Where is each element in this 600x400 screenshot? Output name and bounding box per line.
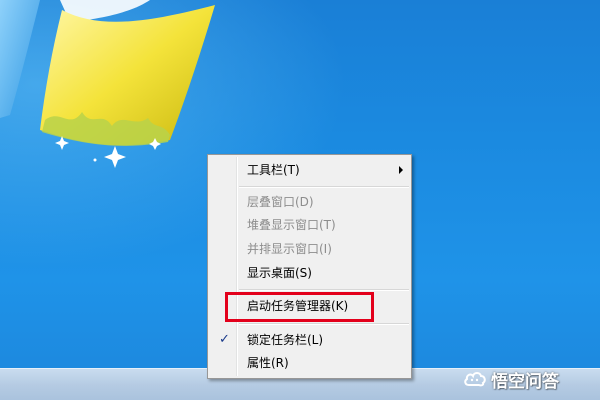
- menu-item-toolbars[interactable]: 工具栏(T): [210, 159, 409, 181]
- submenu-arrow-icon: [399, 166, 403, 174]
- menu-item-cascade-windows[interactable]: 层叠窗口(D): [210, 191, 409, 213]
- red-highlight-box: [225, 292, 374, 322]
- taskbar-context-menu: 工具栏(T) 层叠窗口(D) 堆叠显示窗口(T) 并排显示窗口(I) 显示桌面(…: [207, 154, 412, 379]
- logo-blue-pane: [0, 0, 40, 118]
- desktop-background[interactable]: 工具栏(T) 层叠窗口(D) 堆叠显示窗口(T) 并排显示窗口(I) 显示桌面(…: [0, 0, 600, 400]
- menu-item-label: 工具栏(T): [247, 163, 300, 177]
- watermark: 悟空问答: [464, 364, 559, 394]
- menu-item-label: 属性(R): [247, 356, 289, 370]
- menu-item-stack-windows[interactable]: 堆叠显示窗口(T): [210, 214, 409, 236]
- menu-item-lock-taskbar[interactable]: ✓ 锁定任务栏(L): [210, 329, 409, 351]
- menu-separator: [239, 186, 409, 188]
- wukong-cloud-icon: [464, 372, 486, 387]
- watermark-text: 悟空问答: [491, 371, 559, 392]
- menu-item-properties[interactable]: 属性(R): [210, 352, 409, 374]
- menu-item-label: 并排显示窗口(I): [247, 242, 332, 256]
- checkmark-icon: ✓: [219, 332, 230, 347]
- menu-separator: [239, 323, 409, 325]
- menu-item-label: 层叠窗口(D): [247, 195, 314, 209]
- menu-item-label: 显示桌面(S): [247, 266, 312, 280]
- menu-item-side-by-side-windows[interactable]: 并排显示窗口(I): [210, 238, 409, 260]
- menu-item-show-desktop[interactable]: 显示桌面(S): [210, 262, 409, 284]
- menu-item-label: 锁定任务栏(L): [247, 333, 324, 347]
- menu-item-label: 堆叠显示窗口(T): [247, 218, 336, 232]
- menu-separator: [239, 289, 409, 291]
